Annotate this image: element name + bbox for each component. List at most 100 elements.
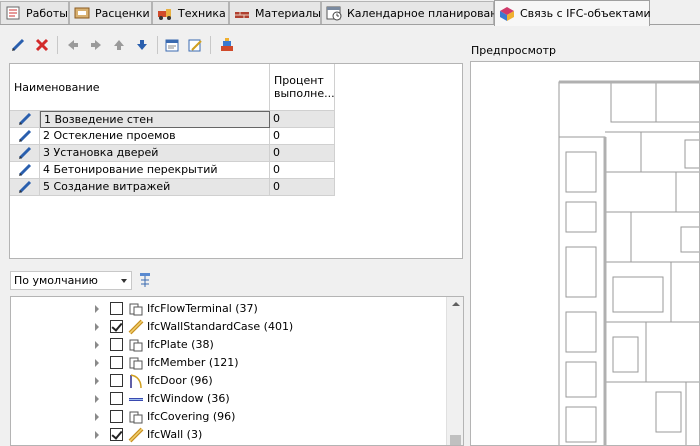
- arrow-left-icon[interactable]: [64, 36, 82, 54]
- expand-arrow-icon[interactable]: [95, 413, 99, 421]
- tab-ifc-link-label: Связь с IFC-объектами: [520, 7, 651, 20]
- works-icon: [5, 5, 21, 21]
- tab-materials[interactable]: Материалы: [229, 1, 321, 24]
- tree-item-checkbox[interactable]: [110, 356, 123, 369]
- scrollbar-thumb[interactable]: [450, 435, 461, 445]
- tree-item[interactable]: IfcWall (3): [11, 426, 447, 444]
- row-name[interactable]: 1 Возведение стен: [40, 111, 270, 128]
- tree-item-label: IfcPlate (38): [147, 338, 214, 351]
- materials-icon: [234, 5, 250, 21]
- filter-settings-icon[interactable]: [137, 272, 153, 288]
- window-icon: [128, 391, 144, 407]
- member-icon: [128, 355, 144, 371]
- tree-item-checkbox[interactable]: [110, 302, 123, 315]
- edit-icon[interactable]: [9, 36, 27, 54]
- column-header-name[interactable]: Наименование: [10, 64, 270, 111]
- row-percent[interactable]: 0: [270, 111, 335, 128]
- tree-item[interactable]: IfcDoor (96): [11, 372, 447, 390]
- row-name[interactable]: 4 Бетонирование перекрытий: [40, 162, 270, 179]
- row-name[interactable]: 3 Установка дверей: [40, 145, 270, 162]
- row-edit-icon: [10, 111, 40, 128]
- rates-icon: [74, 5, 90, 21]
- table-row[interactable]: 4 Бетонирование перекрытий 0: [10, 162, 335, 179]
- tab-works[interactable]: Работы: [0, 1, 69, 24]
- preview-title: Предпросмотр: [471, 44, 556, 57]
- tab-works-label: Работы: [26, 6, 68, 20]
- tab-rates[interactable]: Расценки: [69, 1, 152, 24]
- tree-item-label: IfcWindow (36): [147, 392, 230, 405]
- tree-item-checkbox[interactable]: [110, 374, 123, 387]
- tab-machinery[interactable]: Техника: [152, 1, 229, 24]
- tree-item[interactable]: IfcCovering (96): [11, 408, 447, 426]
- arrow-up-icon[interactable]: [110, 36, 128, 54]
- row-percent[interactable]: 0: [270, 128, 335, 145]
- link-objects-icon[interactable]: [218, 36, 236, 54]
- toolbar: [0, 32, 260, 58]
- row-edit-icon: [10, 162, 40, 179]
- tree-item[interactable]: IfcMember (121): [11, 354, 447, 372]
- expand-arrow-icon[interactable]: [95, 305, 99, 313]
- tree-item[interactable]: IfcFlowTerminal (37): [11, 300, 447, 318]
- expand-arrow-icon[interactable]: [95, 323, 99, 331]
- row-percent[interactable]: 0: [270, 145, 335, 162]
- tree-item-label: IfcFlowTerminal (37): [147, 302, 258, 315]
- scroll-up-icon[interactable]: [452, 302, 460, 306]
- expand-arrow-icon[interactable]: [95, 341, 99, 349]
- edit-properties-icon[interactable]: [186, 36, 204, 54]
- row-edit-icon: [10, 179, 40, 196]
- tree-item-checkbox[interactable]: [110, 320, 123, 333]
- row-name[interactable]: 5 Создание витражей: [40, 179, 270, 196]
- tree-item-checkbox[interactable]: [110, 338, 123, 351]
- preview-canvas[interactable]: [470, 61, 700, 446]
- chevron-down-icon: [121, 279, 127, 283]
- ifc-object-tree: IfcFlowTerminal (37) IfcWallStandardCase…: [10, 296, 464, 446]
- flow-terminal-icon: [128, 301, 144, 317]
- filter-dropdown-value: По умолчанию: [14, 274, 98, 287]
- tab-rates-label: Расценки: [95, 6, 150, 20]
- arrow-right-icon[interactable]: [87, 36, 105, 54]
- tree-item-checkbox[interactable]: [110, 410, 123, 423]
- tree-item-label: IfcWall (3): [147, 428, 203, 441]
- filter-dropdown[interactable]: По умолчанию: [10, 271, 132, 290]
- tree-item-label: IfcMember (121): [147, 356, 239, 369]
- table-row[interactable]: 2 Остекление проемов 0: [10, 128, 335, 145]
- row-name[interactable]: 2 Остекление проемов: [40, 128, 270, 145]
- row-percent[interactable]: 0: [270, 179, 335, 196]
- arrow-down-icon[interactable]: [133, 36, 151, 54]
- tree-item-checkbox[interactable]: [110, 392, 123, 405]
- tree-item[interactable]: IfcWindow (36): [11, 390, 447, 408]
- expand-arrow-icon[interactable]: [95, 359, 99, 367]
- row-percent[interactable]: 0: [270, 162, 335, 179]
- tree-item-checkbox[interactable]: [110, 428, 123, 441]
- toolbar-separator: [57, 36, 58, 54]
- tree-scrollbar[interactable]: [446, 297, 463, 445]
- tree-item[interactable]: IfcPlate (38): [11, 336, 447, 354]
- wall-standard-case-icon: [128, 319, 144, 335]
- expand-arrow-icon[interactable]: [95, 395, 99, 403]
- expand-arrow-icon[interactable]: [95, 377, 99, 385]
- tab-bar: Работы Расценки Техника Материалы Календ…: [0, 0, 700, 26]
- tab-calendar[interactable]: Календарное планирование: [321, 1, 511, 24]
- table-row[interactable]: 1 Возведение стен 0: [10, 111, 335, 128]
- tab-ifc-link[interactable]: Связь с IFC-объектами: [494, 0, 651, 26]
- covering-icon: [128, 409, 144, 425]
- properties-icon[interactable]: [163, 36, 181, 54]
- grid-header: Наименование Процент выполне...: [10, 64, 335, 111]
- tasks-grid: Наименование Процент выполне... 1 Возвед…: [9, 63, 463, 259]
- tree-item[interactable]: IfcWallStandardCase (401): [11, 318, 447, 336]
- plate-icon: [128, 337, 144, 353]
- table-row[interactable]: 5 Создание витражей 0: [10, 179, 335, 196]
- delete-icon[interactable]: [33, 36, 51, 54]
- tab-calendar-label: Календарное планирование: [347, 6, 512, 20]
- tree-item-label: IfcWallStandardCase (401): [147, 320, 294, 333]
- row-edit-icon: [10, 128, 40, 145]
- ifc-link-icon: [499, 6, 515, 22]
- expand-arrow-icon[interactable]: [95, 431, 99, 439]
- toolbar-separator: [210, 36, 211, 54]
- tab-materials-label: Материалы: [255, 6, 321, 20]
- row-edit-icon: [10, 145, 40, 162]
- table-row[interactable]: 3 Установка дверей 0: [10, 145, 335, 162]
- column-header-percent[interactable]: Процент выполне...: [270, 64, 335, 111]
- floor-plan-drawing: [558, 80, 699, 445]
- tree-item-label: IfcCovering (96): [147, 410, 236, 423]
